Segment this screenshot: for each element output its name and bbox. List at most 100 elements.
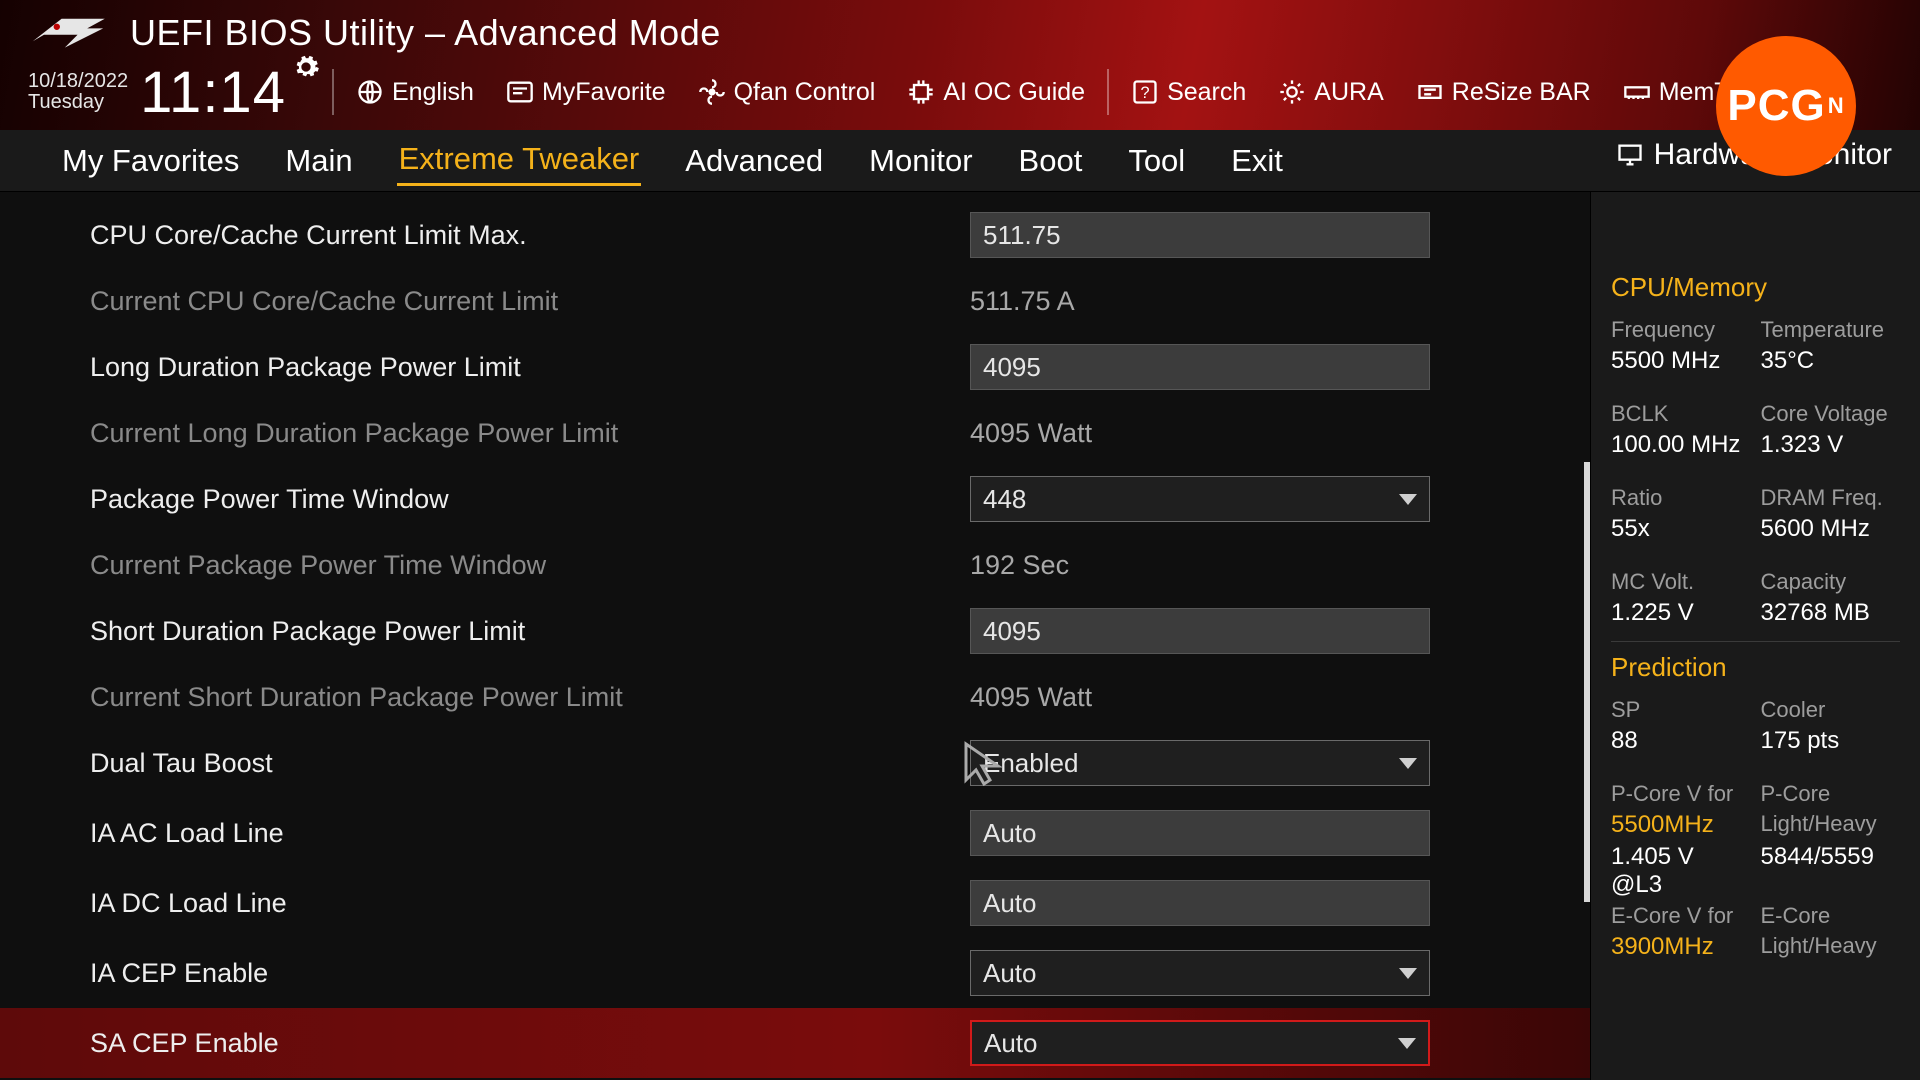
header-top: UEFI BIOS Utility – Advanced Mode [28, 12, 1892, 54]
tab-my-favorites[interactable]: My Favorites [60, 137, 241, 185]
date-block: 10/18/2022 Tuesday [28, 71, 128, 113]
mon-value: 88 [1611, 727, 1751, 755]
setting-value: Auto [984, 1028, 1038, 1059]
setting-row-selected[interactable]: SA CEP Enable Auto [0, 1008, 1590, 1078]
setting-input[interactable]: 4095 [970, 608, 1430, 654]
setting-input[interactable]: Auto [970, 880, 1430, 926]
mon-label: Ratio [1611, 485, 1751, 511]
mon-label: Core Voltage [1761, 401, 1901, 427]
setting-row[interactable]: IA CEP Enable Auto [0, 938, 1590, 1008]
mon-value: 5600 MHz [1761, 515, 1901, 543]
setting-info-row: Current Long Duration Package Power Limi… [0, 402, 1590, 464]
setting-dropdown[interactable]: 448 [970, 476, 1430, 522]
mon-label: Light/Heavy [1761, 933, 1901, 961]
mon-label: P-Core V for [1611, 781, 1751, 807]
setting-info-value: 511.75 A [970, 286, 1075, 317]
setting-label: Dual Tau Boost [90, 748, 970, 779]
list-star-icon [506, 78, 534, 106]
mon-label: Light/Heavy [1761, 811, 1901, 839]
language-link[interactable]: English [346, 78, 484, 107]
tab-main[interactable]: Main [283, 137, 354, 185]
pcgn-text: PCG [1727, 81, 1825, 131]
qfan-link[interactable]: Qfan Control [688, 78, 886, 107]
mon-pred-title: Prediction [1611, 652, 1900, 683]
setting-info-label: Current Long Duration Package Power Limi… [90, 418, 970, 449]
qfan-label: Qfan Control [734, 78, 876, 107]
ram-icon [1623, 78, 1651, 106]
mon-value: 175 pts [1761, 727, 1901, 755]
language-label: English [392, 78, 474, 107]
setting-value: Auto [983, 888, 1037, 919]
setting-row[interactable]: Package Power Time Window 448 [0, 464, 1590, 534]
mon-label: DRAM Freq. [1761, 485, 1901, 511]
setting-row[interactable]: Dual Tau Boost Enabled [0, 728, 1590, 798]
mon-label: Capacity [1761, 569, 1901, 595]
setting-info-label: Current Short Duration Package Power Lim… [90, 682, 970, 713]
chevron-down-icon [1399, 494, 1417, 505]
aioc-link[interactable]: AI OC Guide [897, 78, 1095, 107]
setting-value: 4095 [983, 352, 1041, 383]
setting-label: SA CEP Enable [90, 1028, 970, 1059]
tab-monitor[interactable]: Monitor [867, 137, 974, 185]
header-bottom: 10/18/2022 Tuesday 11:14 English MyFavor… [28, 64, 1892, 120]
date-text: 10/18/2022 [28, 71, 128, 92]
mon-value: 32768 MB [1761, 599, 1901, 627]
setting-label: Long Duration Package Power Limit [90, 352, 970, 383]
mon-label: Cooler [1761, 697, 1901, 723]
resizebar-link[interactable]: ReSize BAR [1406, 78, 1601, 107]
setting-value: 4095 [983, 616, 1041, 647]
mon-value: 5844/5559 [1761, 843, 1901, 899]
mon-label: SP [1611, 697, 1751, 723]
setting-row[interactable]: IA AC Load Line Auto [0, 798, 1590, 868]
myfavorite-link[interactable]: MyFavorite [496, 78, 676, 107]
setting-dropdown[interactable]: Auto [970, 1020, 1430, 1066]
setting-info-label: Current CPU Core/Cache Current Limit [90, 286, 970, 317]
setting-input[interactable]: 4095 [970, 344, 1430, 390]
tab-boot[interactable]: Boot [1017, 137, 1085, 185]
hardware-monitor-panel: CPU/Memory Frequency Temperature 5500 MH… [1590, 192, 1920, 1080]
setting-info-row: Current Package Power Time Window 192 Se… [0, 534, 1590, 596]
chip-icon [907, 78, 935, 106]
aura-link[interactable]: AURA [1268, 78, 1393, 107]
mon-value: 1.225 V [1611, 599, 1751, 627]
setting-row[interactable]: Short Duration Package Power Limit 4095 [0, 596, 1590, 666]
setting-value: 448 [983, 484, 1026, 515]
setting-info-value: 4095 Watt [970, 418, 1092, 449]
mon-value: 5500MHz [1611, 811, 1751, 839]
clock[interactable]: 11:14 [140, 59, 320, 126]
tab-advanced[interactable]: Advanced [683, 137, 825, 185]
pcgn-sup: N [1828, 93, 1845, 119]
monitor-icon [1616, 141, 1644, 169]
setting-info-value: 192 Sec [970, 550, 1069, 581]
aioc-label: AI OC Guide [943, 78, 1085, 107]
mon-value: 3900MHz [1611, 933, 1751, 961]
setting-dropdown[interactable]: Enabled [970, 740, 1430, 786]
setting-label: Package Power Time Window [90, 484, 970, 515]
chevron-down-icon [1398, 1038, 1416, 1049]
help-search-icon: ? [1131, 78, 1159, 106]
separator [1107, 69, 1109, 115]
tab-tool[interactable]: Tool [1126, 137, 1187, 185]
mon-label: P-Core [1761, 781, 1901, 807]
setting-row[interactable]: CPU Core/Cache Current Limit Max. 511.75 [0, 200, 1590, 270]
tab-exit[interactable]: Exit [1229, 137, 1285, 185]
mon-cpu-grid: Frequency Temperature 5500 MHz 35°C BCLK… [1611, 317, 1900, 646]
search-link[interactable]: ? Search [1121, 78, 1256, 107]
cursor-arrow-icon [962, 740, 1006, 793]
clock-settings-gear-icon[interactable] [292, 53, 320, 81]
tab-extreme-tweaker[interactable]: Extreme Tweaker [397, 135, 642, 186]
setting-row[interactable]: Long Duration Package Power Limit 4095 [0, 332, 1590, 402]
setting-row[interactable]: IA DC Load Line Auto [0, 868, 1590, 938]
app-title: UEFI BIOS Utility – Advanced Mode [130, 12, 721, 54]
setting-input[interactable]: Auto [970, 810, 1430, 856]
setting-label: IA AC Load Line [90, 818, 970, 849]
mon-value: 55x [1611, 515, 1751, 543]
resize-bar-icon [1416, 78, 1444, 106]
setting-input[interactable]: 511.75 [970, 212, 1430, 258]
mon-value: 35°C [1761, 347, 1901, 375]
setting-dropdown[interactable]: Auto [970, 950, 1430, 996]
setting-info-value: 4095 Watt [970, 682, 1092, 713]
globe-icon [356, 78, 384, 106]
mon-cpu-title: CPU/Memory [1611, 272, 1900, 303]
mon-value: 1.323 V [1761, 431, 1901, 459]
